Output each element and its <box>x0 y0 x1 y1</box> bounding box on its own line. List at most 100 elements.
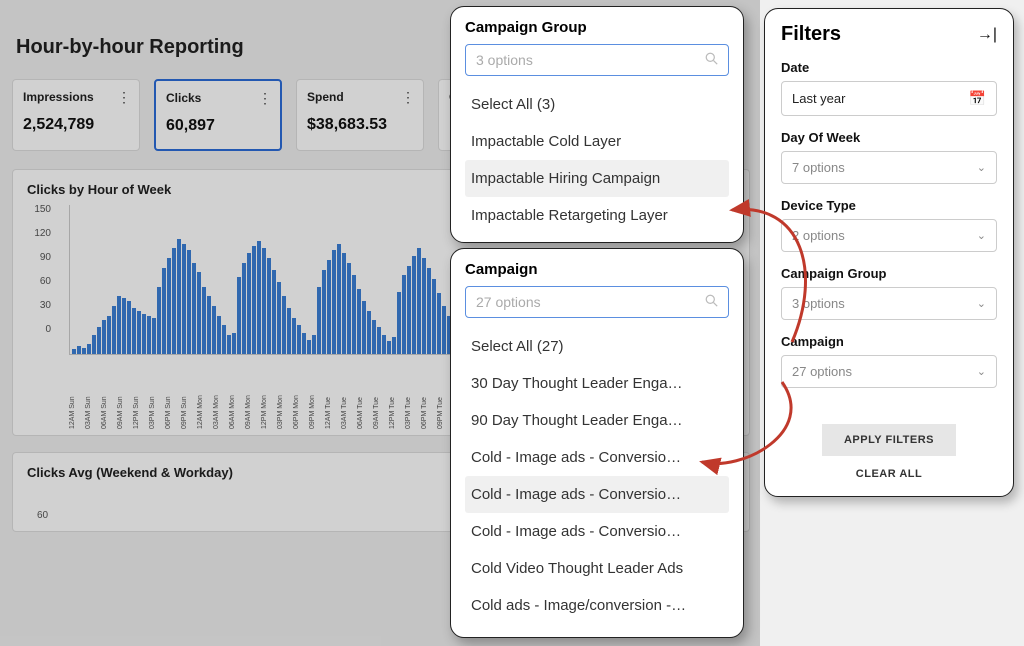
bar <box>242 263 246 354</box>
y-tick: 120 <box>27 228 51 252</box>
bar <box>247 253 251 354</box>
bar <box>437 293 441 354</box>
metric-card-impressions[interactable]: ⋮Impressions 2,524,789 <box>12 79 140 151</box>
metric-value: 60,897 <box>166 117 270 135</box>
filter-value: 3 options <box>792 296 845 311</box>
bar <box>92 335 96 354</box>
bar <box>392 337 396 354</box>
x-tick: 09AM Sun <box>117 359 122 429</box>
x-tick: 03PM Sun <box>149 359 154 429</box>
x-tick: 12AM Tue <box>325 359 330 429</box>
bar <box>87 344 91 354</box>
bar <box>397 292 401 354</box>
search-input[interactable]: 27 options <box>465 286 729 318</box>
x-tick: 12AM Sun <box>69 359 74 429</box>
campaign-option[interactable]: Select All (27) <box>465 328 729 365</box>
bar <box>72 349 76 354</box>
bar <box>222 325 226 354</box>
metric-value: $38,683.53 <box>307 116 413 134</box>
bar <box>427 268 431 354</box>
chevron-down-icon: ⌄ <box>977 365 986 378</box>
x-tick: 09PM Tue <box>437 359 442 429</box>
bar <box>272 270 276 354</box>
x-tick: 12PM Tue <box>389 359 394 429</box>
metric-card-spend[interactable]: ⋮Spend$38,683.53 <box>296 79 424 151</box>
y-tick: 150 <box>27 204 51 228</box>
kebab-icon[interactable]: ⋮ <box>258 91 272 105</box>
metric-card-clicks[interactable]: ⋮Clicks60,897 <box>154 79 282 151</box>
x-tick: 06PM Tue <box>421 359 426 429</box>
bar <box>332 250 336 354</box>
bar <box>232 333 236 354</box>
bar <box>282 296 286 354</box>
bar <box>382 335 386 354</box>
campaign-option[interactable]: Cold - Image ads - Conversio… <box>465 439 729 476</box>
search-placeholder: 3 options <box>476 52 533 68</box>
collapse-icon[interactable]: →| <box>977 26 997 44</box>
bar <box>97 327 101 354</box>
bar <box>412 256 416 354</box>
bar <box>182 244 186 354</box>
apply-filters-button[interactable]: APPLY FILTERS <box>822 424 956 456</box>
filter-value: Last year <box>792 91 845 106</box>
bar <box>442 306 446 354</box>
chevron-down-icon: ⌄ <box>977 297 986 310</box>
filter-label-campaign: Campaign <box>781 334 997 349</box>
filter-value: 27 options <box>792 364 852 379</box>
bar <box>422 258 426 354</box>
bar <box>312 335 316 354</box>
campaign-group-option[interactable]: Impactable Cold Layer <box>465 123 729 160</box>
filter-select-day_of_week[interactable]: 7 options ⌄ <box>781 151 997 184</box>
filter-select-date[interactable]: Last year 📅 <box>781 81 997 116</box>
metric-value: 2,524,789 <box>23 116 129 134</box>
kebab-icon[interactable]: ⋮ <box>401 90 415 104</box>
filter-select-device_type[interactable]: 2 options⌄ <box>781 219 997 252</box>
campaign-option[interactable]: Cold - Image ads - Conversio… <box>465 476 729 513</box>
campaign-option[interactable]: Cold Video Thought Leader Ads <box>465 550 729 587</box>
bar <box>77 346 81 354</box>
search-icon <box>705 52 718 68</box>
filter-select-campaign[interactable]: 27 options ⌄ <box>781 355 997 388</box>
x-tick: 12PM Mon <box>261 359 266 429</box>
bar <box>317 287 321 354</box>
campaign-group-option[interactable]: Impactable Retargeting Layer <box>465 197 729 234</box>
bar <box>132 308 136 354</box>
kebab-icon[interactable]: ⋮ <box>117 90 131 104</box>
chevron-down-icon: ⌄ <box>977 161 986 174</box>
filter-select-campaign_group[interactable]: 3 options ⌄ <box>781 287 997 320</box>
campaign-option[interactable]: Cold - Image ads - Conversio… <box>465 513 729 550</box>
campaign-option[interactable]: 90 Day Thought Leader Enga… <box>465 402 729 439</box>
y-tick: 30 <box>27 300 51 324</box>
x-tick: 06AM Tue <box>357 359 362 429</box>
clear-all-button[interactable]: CLEAR ALL <box>856 468 922 480</box>
bar <box>352 275 356 354</box>
bar <box>112 306 116 354</box>
x-tick: 09AM Mon <box>245 359 250 429</box>
filter-label-campaign_group: Campaign Group <box>781 266 997 281</box>
bar <box>307 340 311 354</box>
bar <box>322 270 326 354</box>
filter-value: 7 options <box>792 160 845 175</box>
bar <box>197 272 201 354</box>
campaign-option[interactable]: Cold ads - Image/conversion -… <box>465 587 729 624</box>
metric-label: Impressions <box>23 90 129 104</box>
x-tick: 06PM Sun <box>165 359 170 429</box>
bar <box>387 341 391 354</box>
bar <box>237 277 241 354</box>
x-tick: 03AM Tue <box>341 359 346 429</box>
bar <box>327 260 331 354</box>
x-tick: 12PM Sun <box>133 359 138 429</box>
campaign-group-option[interactable]: Select All (3) <box>465 86 729 123</box>
bar <box>372 320 376 354</box>
search-input[interactable]: 3 options <box>465 44 729 76</box>
bar <box>277 282 281 354</box>
bar <box>192 263 196 354</box>
campaign-option[interactable]: 30 Day Thought Leader Enga… <box>465 365 729 402</box>
bar <box>227 335 231 354</box>
calendar-icon: 📅 <box>969 90 986 107</box>
campaign-group-option[interactable]: Impactable Hiring Campaign <box>465 160 729 197</box>
bar <box>107 316 111 354</box>
y-tick: 60 <box>27 276 51 300</box>
bar <box>157 287 161 354</box>
bar <box>147 316 151 354</box>
